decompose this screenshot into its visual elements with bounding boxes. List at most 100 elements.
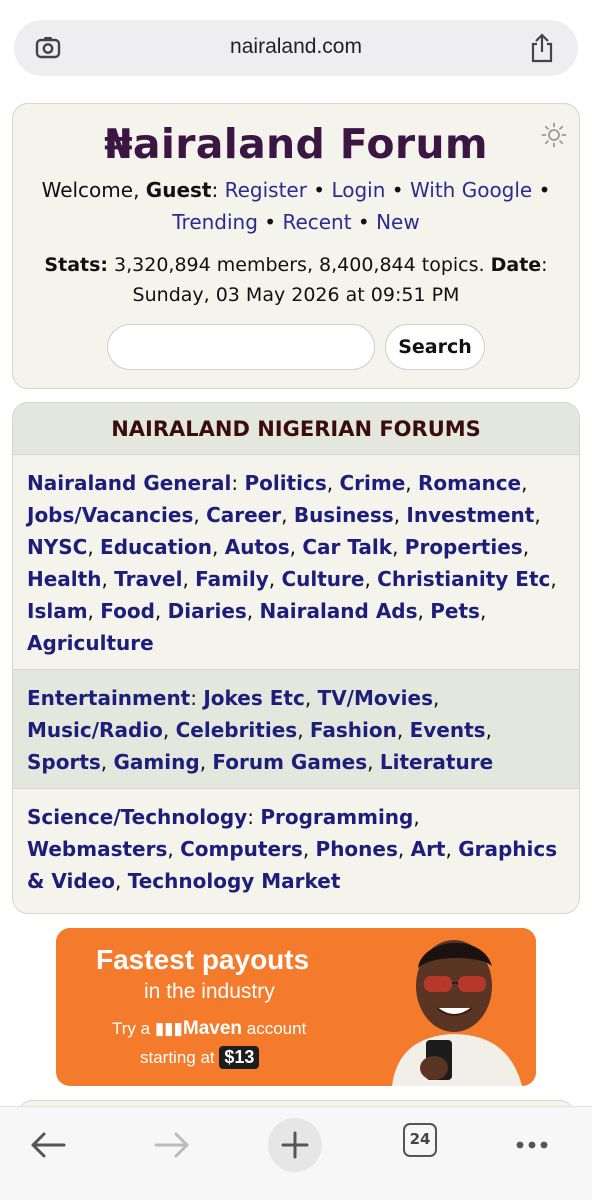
forum-link[interactable]: Art — [411, 837, 446, 861]
forum-link[interactable]: Jokes Etc — [203, 686, 304, 710]
forum-link[interactable]: Events — [410, 718, 486, 742]
register-link[interactable]: Register — [225, 178, 307, 202]
forum-link[interactable]: Family — [195, 567, 269, 591]
link-separator: , — [550, 567, 557, 591]
link-separator: , — [522, 535, 530, 559]
forum-link[interactable]: Food — [100, 599, 155, 623]
forum-link[interactable]: Investment — [406, 503, 534, 527]
forum-link[interactable]: Crime — [339, 471, 405, 495]
more-dots-icon[interactable] — [504, 1117, 560, 1173]
forum-link[interactable]: Pets — [430, 599, 480, 623]
link-separator: , — [87, 599, 101, 623]
forum-link[interactable]: Culture — [281, 567, 364, 591]
forum-category-link[interactable]: Entertainment — [27, 686, 190, 710]
ad-subheadline: in the industry — [144, 980, 275, 1003]
welcome-colon: : — [211, 178, 225, 202]
forum-link[interactable]: Health — [27, 567, 101, 591]
forum-link[interactable]: Computers — [180, 837, 303, 861]
ad-brand: Maven — [182, 1018, 243, 1039]
forum-link[interactable]: Phones — [316, 837, 398, 861]
forum-link[interactable]: Business — [294, 503, 394, 527]
bullet-sep: • — [257, 210, 283, 234]
forum-link[interactable]: Music/Radio — [27, 718, 163, 742]
forum-link[interactable]: Autos — [225, 535, 290, 559]
link-separator: , — [326, 471, 340, 495]
forum-link[interactable]: Technology Market — [128, 869, 341, 893]
new-link[interactable]: New — [376, 210, 420, 234]
ad-headline: Fastest payouts — [96, 944, 310, 975]
link-separator: , — [162, 718, 176, 742]
forum-link[interactable]: Car Talk — [302, 535, 392, 559]
maven-ad-banner[interactable]: Fastest payouts in the industry Try a ▮▮… — [56, 928, 536, 1086]
search-input[interactable] — [107, 324, 375, 370]
forum-link[interactable]: Romance — [418, 471, 521, 495]
forum-link[interactable]: Politics — [244, 471, 326, 495]
forum-link[interactable]: Nairaland Ads — [260, 599, 418, 623]
bullet-sep: • — [306, 178, 332, 202]
forum-link[interactable]: Properties — [405, 535, 523, 559]
ad-person-image — [362, 928, 536, 1086]
forward-arrow-icon[interactable] — [144, 1117, 200, 1173]
stats-label: Stats: — [44, 254, 108, 276]
forums-heading: NAIRALAND NIGERIAN FORUMS — [13, 403, 579, 455]
link-separator: , — [281, 503, 294, 527]
link-separator: , — [101, 567, 115, 591]
forum-link[interactable]: Gaming — [114, 750, 200, 774]
forum-link[interactable]: Literature — [380, 750, 493, 774]
link-separator: , — [393, 503, 407, 527]
link-separator: , — [405, 471, 418, 495]
site-title[interactable]: ₦airaland Forum — [13, 120, 579, 168]
url-text[interactable]: nairaland.com — [14, 35, 578, 59]
date-label: Date — [490, 254, 542, 276]
link-separator: , — [87, 535, 101, 559]
ad-try-text: Try a — [112, 1019, 155, 1038]
link-separator: , — [304, 686, 318, 710]
link-separator: , — [364, 567, 378, 591]
google-login-link[interactable]: With Google — [410, 178, 532, 202]
ad-offer-line: Try a ▮▮▮Maven account — [112, 1018, 306, 1040]
forum-category-link[interactable]: Science/Technology — [27, 805, 247, 829]
forum-link[interactable]: TV/Movies — [318, 686, 433, 710]
browser-bottom-bar: 24 — [0, 1106, 592, 1200]
link-separator: , — [115, 869, 128, 893]
recent-link[interactable]: Recent — [282, 210, 351, 234]
guest-label: Guest — [145, 178, 212, 202]
forum-link[interactable]: Forum Games — [212, 750, 367, 774]
forum-link[interactable]: Education — [100, 535, 212, 559]
tabs-icon[interactable]: 24 — [403, 1123, 437, 1157]
plus-icon[interactable] — [267, 1117, 323, 1173]
forum-link[interactable]: Webmasters — [27, 837, 167, 861]
forum-link[interactable]: Programming — [260, 805, 413, 829]
forum-link[interactable]: Celebrities — [176, 718, 298, 742]
bullet-sep: • — [532, 178, 551, 202]
forum-section-entertainment: Entertainment: Jokes Etc, TV/Movies, Mus… — [13, 670, 579, 789]
forum-link[interactable]: Career — [206, 503, 281, 527]
login-link[interactable]: Login — [331, 178, 385, 202]
share-icon[interactable] — [528, 32, 556, 64]
address-bar[interactable]: nairaland.com — [14, 20, 578, 76]
link-separator: , — [534, 503, 541, 527]
forum-category-link[interactable]: Nairaland General — [27, 471, 231, 495]
welcome-line: Welcome, Guest: Register • Login • With … — [13, 174, 579, 238]
forum-section-general: Nairaland General: Politics, Crime, Roma… — [13, 455, 579, 670]
forum-link[interactable]: Sports — [27, 750, 101, 774]
back-arrow-icon[interactable] — [20, 1117, 76, 1173]
forum-link[interactable]: Christianity Etc — [377, 567, 550, 591]
link-separator: , — [479, 599, 487, 623]
forum-link[interactable]: Fashion — [310, 718, 397, 742]
forum-link[interactable]: Islam — [27, 599, 88, 623]
forum-link[interactable]: Agriculture — [27, 631, 154, 655]
forum-link[interactable]: Diaries — [168, 599, 247, 623]
search-button[interactable]: Search — [385, 324, 485, 370]
forum-link[interactable]: Jobs/Vacancies — [27, 503, 193, 527]
sun-icon[interactable] — [541, 122, 567, 148]
link-separator: , — [392, 535, 405, 559]
ad-starting-text: starting at — [140, 1048, 220, 1067]
forum-link[interactable]: Travel — [114, 567, 182, 591]
forum-link[interactable]: NYSC — [27, 535, 87, 559]
trending-link[interactable]: Trending — [172, 210, 258, 234]
ad-price-badge: $13 — [219, 1046, 260, 1069]
stats-value: 3,320,894 members, 8,400,844 topics. — [108, 254, 491, 276]
maven-logo-icon: ▮▮▮ — [154, 1019, 183, 1038]
link-separator: , — [289, 535, 303, 559]
